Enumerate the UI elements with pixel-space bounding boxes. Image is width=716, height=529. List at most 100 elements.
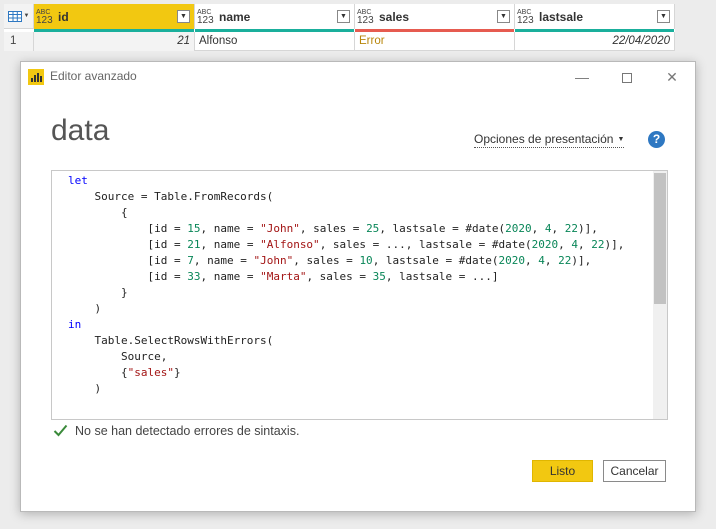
code-token: , name = [193,254,254,267]
cell-id[interactable]: 21 [34,32,195,51]
type-any-icon: ABC 123 [357,8,374,26]
chevron-down-icon: ▼ [617,136,625,144]
code-token: { [68,206,128,219]
code-token: [id = [68,222,188,235]
column-header-id[interactable]: ABC 123 id ▼ [34,4,195,32]
code-token: 33 [187,270,201,283]
row-number[interactable]: 1 [4,32,34,51]
code-token: { [68,366,128,379]
chevron-down-icon: ▼ [500,13,507,20]
code-token: 10 [359,254,373,267]
code-token: ) [68,382,102,395]
code-token: 2020 [498,254,526,267]
code-editor[interactable]: let Source = Table.FromRecords( { [id = … [51,170,668,420]
code-line: ) [68,301,652,317]
table-menu-button[interactable]: ▼ [4,4,34,29]
code-token: 22 [591,238,605,251]
column-header-lastsale[interactable]: ABC 123 lastsale ▼ [515,4,675,32]
code-token: 22 [558,254,572,267]
code-token: 4 [544,222,552,235]
code-line: } [68,285,652,301]
code-token: ) [68,302,102,315]
code-line: [id = 21, name = "Alfonso", sales = ...,… [68,237,652,253]
code-token: , [544,254,559,267]
close-icon: ✕ [666,69,678,85]
code-token: } [173,366,181,379]
code-line: [id = 15, name = "John", sales = 25, las… [68,221,652,237]
code-line: Source = Table.FromRecords( [68,189,652,205]
type-any-icon: ABC 123 [36,8,53,26]
code-token: 15 [187,222,201,235]
code-text[interactable]: let Source = Table.FromRecords( { [id = … [68,173,652,397]
type-any-icon: ABC 123 [197,8,214,26]
filter-dropdown-button[interactable]: ▼ [177,10,190,23]
grid-header: ▼ ABC 123 id ▼ ABC 123 name ▼ ABC 123 sales… [4,4,675,32]
code-token: , lastsale = #date( [379,222,506,235]
code-token: Source, [68,350,168,363]
cell-sales-error[interactable]: Error [355,32,515,51]
code-token: 7 [187,254,194,267]
advanced-editor-dialog: Editor avanzado — ✕ data Opciones de pre… [20,61,696,512]
dialog-titlebar[interactable]: Editor avanzado — ✕ [21,62,695,90]
code-line: in [68,317,652,333]
filter-dropdown-button[interactable]: ▼ [337,10,350,23]
cell-lastsale[interactable]: 22/04/2020 [515,32,675,51]
code-token: in [68,318,82,331]
code-token: [id = [68,270,188,283]
power-bi-icon [28,69,44,85]
vertical-scrollbar[interactable] [653,171,667,419]
code-token: "John" [253,254,294,267]
minimize-button[interactable]: — [567,66,597,88]
code-token: , sales = [306,270,373,283]
code-line: let [68,173,652,189]
code-token: } [68,286,128,299]
column-header-name[interactable]: ABC 123 name ▼ [195,4,355,32]
code-token: 4 [538,254,545,267]
syntax-status-text: No se han detectado errores de sintaxis. [75,423,300,438]
syntax-status: No se han detectado errores de sintaxis. [53,423,299,438]
code-line: [id = 33, name = "Marta", sales = 35, la… [68,269,652,285]
code-token: )], [578,222,598,235]
column-header-sales[interactable]: ABC 123 sales ▼ [355,4,515,32]
scrollbar-thumb[interactable] [654,173,666,304]
code-token: 25 [366,222,380,235]
help-icon[interactable]: ? [648,131,665,148]
code-token: let [68,174,88,187]
chevron-down-icon: ▼ [23,13,30,19]
minimize-icon: — [575,69,589,85]
column-name: name [219,9,251,24]
code-line: Table.SelectRowsWithErrors( [68,333,652,349]
column-name: sales [379,9,410,24]
code-token: "sales" [127,366,174,379]
table-icon [7,10,22,22]
cell-name[interactable]: Alfonso [195,32,355,51]
query-name: data [51,114,110,147]
close-button[interactable]: ✕ [657,66,687,88]
column-name: id [58,9,69,24]
code-token: , lastsale = ...] [385,270,499,283]
dialog-title: Editor avanzado [50,69,137,83]
code-token: , sales = [293,254,360,267]
code-line: [id = 7, name = "John", sales = 10, last… [68,253,652,269]
table-row: 1 21 Alfonso Error 22/04/2020 [4,32,675,51]
code-token: , [551,222,565,235]
column-name: lastsale [539,9,584,24]
cancel-button[interactable]: Cancelar [603,460,666,482]
done-button[interactable]: Listo [532,460,593,482]
code-token: 22 [564,222,579,235]
code-line: {"sales"} [68,365,652,381]
maximize-button[interactable] [612,66,642,88]
data-grid: ▼ ABC 123 id ▼ ABC 123 name ▼ ABC 123 sales… [4,4,675,51]
checkmark-icon [53,424,68,437]
filter-dropdown-button[interactable]: ▼ [497,10,510,23]
display-options-dropdown[interactable]: Opciones de presentación ▼ [474,132,625,148]
code-token: 2020 [505,222,532,235]
display-options-label: Opciones de presentación [474,132,614,146]
code-token: , sales = ..., lastsale = #date( [319,238,532,251]
filter-dropdown-button[interactable]: ▼ [657,10,670,23]
code-token: 2020 [531,238,559,251]
code-token: )], [571,254,592,267]
code-token: [id = [68,238,188,251]
chevron-down-icon: ▼ [180,13,187,20]
chevron-down-icon: ▼ [660,13,667,20]
